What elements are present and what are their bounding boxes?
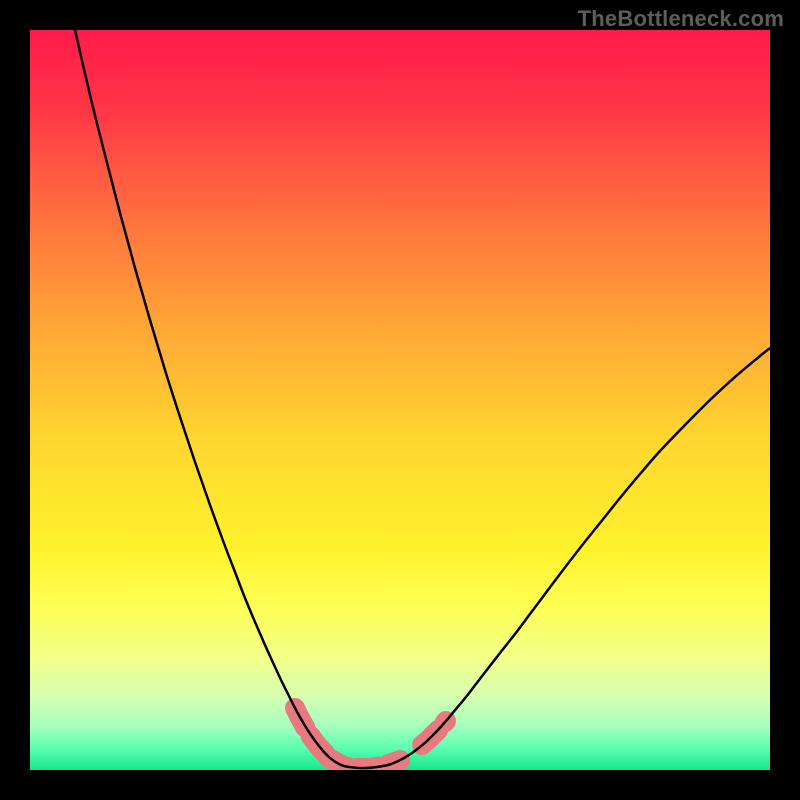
chart-container: TheBottleneck.com bbox=[0, 0, 800, 800]
bottleneck-curve bbox=[75, 30, 770, 768]
curve-layer bbox=[30, 30, 770, 770]
plot-area bbox=[30, 30, 770, 770]
attribution-text: TheBottleneck.com bbox=[578, 6, 784, 32]
